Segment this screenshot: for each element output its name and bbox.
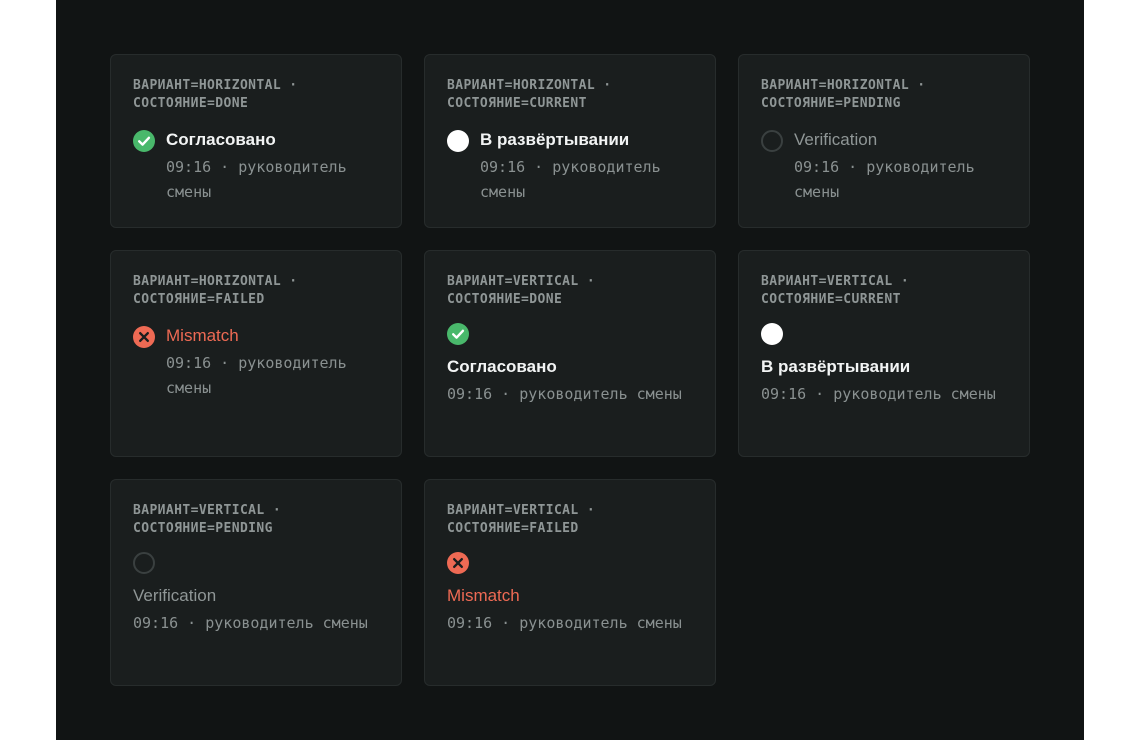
step-label: В развёртывании: [480, 130, 630, 149]
check-circle-icon: [447, 323, 469, 345]
pending-ring-icon: [761, 130, 783, 152]
variant-card-vertical-pending: ВАРИАНТ=VERTICAL · СОСТОЯНИЕ=PENDING Ver…: [110, 479, 402, 686]
variant-card-horizontal-current: ВАРИАНТ=HORIZONTAL · СОСТОЯНИЕ=CURRENT В…: [424, 54, 716, 228]
step-label: Mismatch: [166, 326, 239, 345]
meta-state: СОСТОЯНИЕ=CURRENT: [761, 292, 901, 307]
step-detail: 09:16 · руководитель смены: [794, 158, 975, 201]
meta-variant: ВАРИАНТ=VERTICAL ·: [133, 503, 282, 518]
meta-state: СОСТОЯНИЕ=PENDING: [761, 96, 901, 111]
step-detail: 09:16 · руководитель смены: [447, 614, 682, 632]
x-circle-icon: [133, 326, 155, 348]
variant-card-horizontal-failed: ВАРИАНТ=HORIZONTAL · СОСТОЯНИЕ=FAILED Mi…: [110, 250, 402, 457]
canvas: ВАРИАНТ=HORIZONTAL · СОСТОЯНИЕ=DONE Согл…: [56, 0, 1084, 740]
check-circle-icon: [133, 130, 155, 152]
meta-variant: ВАРИАНТ=VERTICAL ·: [447, 503, 596, 518]
step-horizontal: В развёртывании 09:16 · руководитель сме…: [447, 129, 693, 205]
variant-card-vertical-done: ВАРИАНТ=VERTICAL · СОСТОЯНИЕ=DONE Соглас…: [424, 250, 716, 457]
meta-state: СОСТОЯНИЕ=FAILED: [447, 521, 579, 536]
variant-meta: ВАРИАНТ=VERTICAL · СОСТОЯНИЕ=DONE: [447, 273, 693, 309]
variant-meta: ВАРИАНТ=VERTICAL · СОСТОЯНИЕ=FAILED: [447, 502, 693, 538]
meta-variant: ВАРИАНТ=VERTICAL ·: [447, 274, 596, 289]
step-label: Согласовано: [166, 130, 276, 149]
meta-variant: ВАРИАНТ=HORIZONTAL ·: [133, 78, 298, 93]
x-circle-icon: [447, 552, 469, 574]
variant-meta: ВАРИАНТ=HORIZONTAL · СОСТОЯНИЕ=DONE: [133, 77, 379, 113]
meta-variant: ВАРИАНТ=HORIZONTAL ·: [447, 78, 612, 93]
step-detail: 09:16 · руководитель смены: [166, 354, 347, 397]
variant-card-horizontal-done: ВАРИАНТ=HORIZONTAL · СОСТОЯНИЕ=DONE Согл…: [110, 54, 402, 228]
step-vertical: Mismatch 09:16 · руководитель смены: [447, 552, 693, 636]
step-horizontal: Mismatch 09:16 · руководитель смены: [133, 325, 379, 401]
step-vertical: Verification 09:16 · руководитель смены: [133, 552, 379, 636]
variant-meta: ВАРИАНТ=VERTICAL · СОСТОЯНИЕ=CURRENT: [761, 273, 1007, 309]
meta-variant: ВАРИАНТ=HORIZONTAL ·: [761, 78, 926, 93]
step-horizontal: Verification 09:16 · руководитель смены: [761, 129, 1007, 205]
meta-state: СОСТОЯНИЕ=DONE: [133, 96, 249, 111]
variant-card-vertical-failed: ВАРИАНТ=VERTICAL · СОСТОЯНИЕ=FAILED Mism…: [424, 479, 716, 686]
step-detail: 09:16 · руководитель смены: [447, 385, 682, 403]
current-dot-icon: [447, 130, 469, 152]
meta-state: СОСТОЯНИЕ=CURRENT: [447, 96, 587, 111]
step-label: Mismatch: [447, 586, 520, 605]
variant-card-vertical-current: ВАРИАНТ=VERTICAL · СОСТОЯНИЕ=CURRENT В р…: [738, 250, 1030, 457]
step-label: Verification: [794, 130, 878, 149]
variant-grid: ВАРИАНТ=HORIZONTAL · СОСТОЯНИЕ=DONE Согл…: [110, 54, 1030, 686]
step-detail: 09:16 · руководитель смены: [480, 158, 661, 201]
variant-card-horizontal-pending: ВАРИАНТ=HORIZONTAL · СОСТОЯНИЕ=PENDING V…: [738, 54, 1030, 228]
step-vertical: Согласовано 09:16 · руководитель смены: [447, 323, 693, 407]
pending-ring-icon: [133, 552, 155, 574]
step-vertical: В развёртывании 09:16 · руководитель сме…: [761, 323, 1007, 407]
meta-state: СОСТОЯНИЕ=DONE: [447, 292, 563, 307]
meta-variant: ВАРИАНТ=HORIZONTAL ·: [133, 274, 298, 289]
variant-meta: ВАРИАНТ=HORIZONTAL · СОСТОЯНИЕ=CURRENT: [447, 77, 693, 113]
step-label: Согласовано: [447, 357, 557, 376]
meta-variant: ВАРИАНТ=VERTICAL ·: [761, 274, 910, 289]
meta-state: СОСТОЯНИЕ=FAILED: [133, 292, 265, 307]
current-dot-icon: [761, 323, 783, 345]
step-detail: 09:16 · руководитель смены: [166, 158, 347, 201]
meta-state: СОСТОЯНИЕ=PENDING: [133, 521, 273, 536]
step-label: Verification: [133, 586, 217, 605]
variant-meta: ВАРИАНТ=HORIZONTAL · СОСТОЯНИЕ=FAILED: [133, 273, 379, 309]
step-horizontal: Согласовано 09:16 · руководитель смены: [133, 129, 379, 205]
step-detail: 09:16 · руководитель смены: [761, 385, 996, 403]
variant-meta: ВАРИАНТ=VERTICAL · СОСТОЯНИЕ=PENDING: [133, 502, 379, 538]
variant-meta: ВАРИАНТ=HORIZONTAL · СОСТОЯНИЕ=PENDING: [761, 77, 1007, 113]
step-detail: 09:16 · руководитель смены: [133, 614, 368, 632]
step-label: В развёртывании: [761, 357, 911, 376]
